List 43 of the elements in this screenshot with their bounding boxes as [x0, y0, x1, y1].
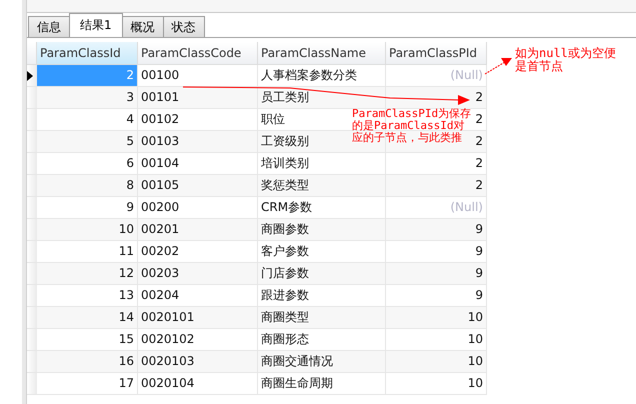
table-cell: 商圈生命周期: [258, 373, 386, 395]
table-cell: 2: [37, 65, 138, 87]
column-header[interactable]: ParamClassName: [258, 42, 386, 65]
table-cell: 2: [386, 175, 487, 197]
table-cell: 2: [386, 87, 487, 109]
tab[interactable]: 概况: [122, 16, 164, 37]
table-cell: 12: [37, 263, 138, 285]
column-header[interactable]: ParamClassPId: [386, 42, 487, 65]
column-header[interactable]: ParamClassCode: [138, 42, 258, 65]
table-cell: 0020101: [138, 307, 258, 329]
table-cell: 10: [386, 307, 487, 329]
table-cell: 14: [37, 307, 138, 329]
table-cell: 9: [386, 219, 487, 241]
row-header[interactable]: [27, 65, 37, 87]
table-cell: 00203: [138, 263, 258, 285]
table-cell: 商圈参数: [258, 219, 386, 241]
tab[interactable]: 信息: [28, 16, 70, 37]
table-cell: 奖惩类型: [258, 175, 386, 197]
table-cell: 00101: [138, 87, 258, 109]
table-cell: 0020104: [138, 373, 258, 395]
column-header[interactable]: ParamClassId: [37, 42, 138, 65]
table-cell: 10: [386, 373, 487, 395]
arrow: [484, 58, 512, 74]
table-cell: 9: [386, 263, 487, 285]
table-cell: 3: [37, 87, 138, 109]
table-cell: 10: [386, 351, 487, 373]
corner-header: [27, 42, 37, 65]
table-cell: 商圈交通情况: [258, 351, 386, 373]
tab[interactable]: 状态: [162, 16, 205, 37]
table-cell: 16: [37, 351, 138, 373]
table-cell: 0020103: [138, 351, 258, 373]
table-cell: 5: [37, 131, 138, 153]
table-cell: 00103: [138, 131, 258, 153]
table-cell: 00201: [138, 219, 258, 241]
table-cell: 8: [37, 175, 138, 197]
annotation-text: 如为null或为空便是首节点: [515, 47, 617, 73]
table-cell: 员工类别: [258, 87, 386, 109]
table-cell: 10: [37, 219, 138, 241]
annotation-text: ParamClassPId为保存的是ParamClassId对应的子节点，与此类推: [352, 108, 472, 144]
table-cell: 17: [37, 373, 138, 395]
table-cell: 门店参数: [258, 263, 386, 285]
table-cell: 00105: [138, 175, 258, 197]
table-cell: 商圈类型: [258, 307, 386, 329]
